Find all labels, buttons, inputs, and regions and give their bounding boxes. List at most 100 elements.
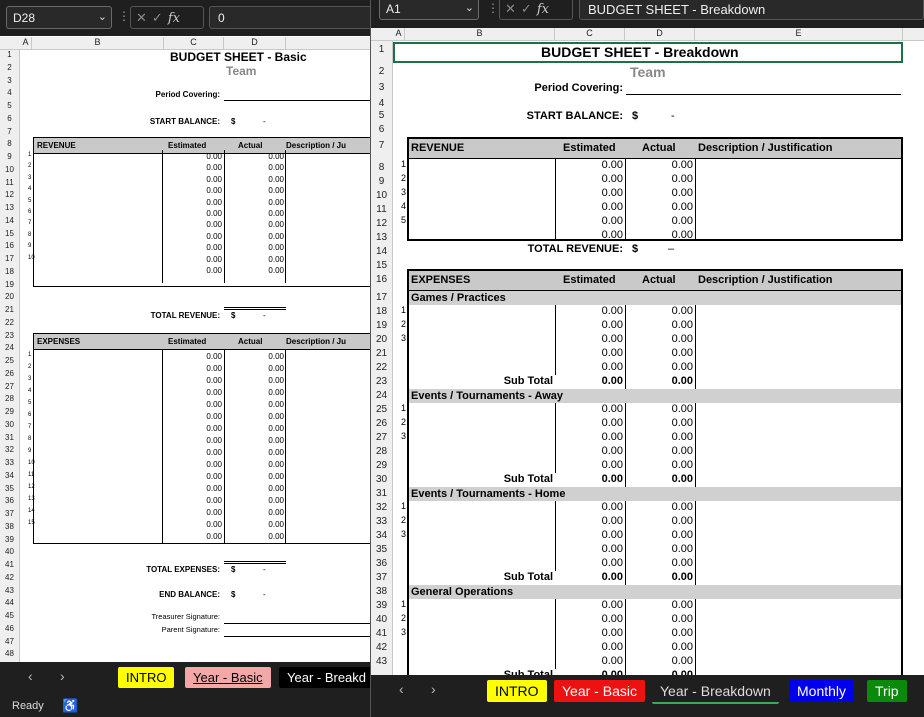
more-options-icon[interactable]: ⋮ — [487, 1, 499, 15]
column-header[interactable]: B — [405, 28, 555, 40]
row-header[interactable]: 14 — [371, 246, 392, 257]
cancel-icon[interactable]: ✕ — [136, 10, 152, 25]
row-header[interactable]: 42 — [0, 573, 19, 582]
worksheet-grid[interactable]: BUDGET SHEET - Breakdown Team Period Cover… — [393, 41, 924, 717]
chevron-down-icon[interactable]: ⌄ — [98, 10, 107, 23]
row-header[interactable]: 39 — [371, 600, 392, 611]
row-header[interactable]: 6 — [371, 124, 392, 135]
row-header[interactable]: 9 — [0, 152, 19, 161]
row-header[interactable]: 24 — [371, 390, 392, 401]
row-header[interactable]: 39 — [0, 535, 19, 544]
row-header[interactable]: 27 — [371, 432, 392, 443]
row-header[interactable]: 20 — [0, 292, 19, 301]
row-header[interactable]: 38 — [0, 522, 19, 531]
column-header[interactable]: A — [20, 37, 32, 49]
row-header[interactable]: 24 — [0, 343, 19, 352]
row-header[interactable]: 34 — [0, 471, 19, 480]
row-header[interactable]: 5 — [371, 110, 392, 121]
name-box[interactable]: D28 ⌄ — [6, 6, 112, 29]
row-header[interactable]: 29 — [0, 407, 19, 416]
column-header[interactable]: C — [555, 28, 625, 40]
row-header[interactable]: 12 — [371, 218, 392, 229]
row-header[interactable]: 16 — [0, 241, 19, 250]
row-header[interactable]: 36 — [371, 558, 392, 569]
chevron-down-icon[interactable]: ⌄ — [465, 1, 474, 14]
row-header[interactable]: 31 — [371, 488, 392, 499]
row-header[interactable]: 6 — [0, 114, 19, 123]
chevron-right-icon[interactable]: › — [431, 681, 436, 697]
row-header[interactable]: 18 — [371, 306, 392, 317]
row-header[interactable]: 30 — [371, 474, 392, 485]
row-header[interactable]: 41 — [371, 628, 392, 639]
row-header[interactable]: 42 — [371, 642, 392, 653]
row-header[interactable]: 11 — [371, 204, 392, 215]
row-header[interactable]: 40 — [371, 614, 392, 625]
row-header[interactable]: 2 — [371, 66, 392, 77]
row-header[interactable]: 22 — [371, 362, 392, 373]
sheet-tab[interactable]: Year - Breakd — [279, 667, 372, 688]
row-header[interactable]: 21 — [371, 348, 392, 359]
row-header[interactable]: 33 — [0, 458, 19, 467]
row-header[interactable]: 4 — [371, 98, 392, 109]
row-header[interactable]: 43 — [0, 586, 19, 595]
row-header[interactable]: 28 — [0, 394, 19, 403]
row-header[interactable]: 18 — [0, 267, 19, 276]
row-header[interactable]: 29 — [371, 460, 392, 471]
row-header[interactable]: 45 — [0, 611, 19, 620]
row-header[interactable]: 13 — [0, 203, 19, 212]
row-header[interactable]: 1 — [371, 44, 392, 55]
row-header[interactable]: 33 — [371, 516, 392, 527]
formula-input[interactable]: 0 — [209, 6, 372, 29]
column-header[interactable]: D — [625, 28, 695, 40]
row-header[interactable]: 35 — [0, 484, 19, 493]
column-header[interactable]: B — [32, 37, 164, 49]
row-header[interactable]: 32 — [0, 445, 19, 454]
sheet-tab[interactable]: Year - Breakdown — [652, 680, 779, 704]
accessibility-icon[interactable]: ♿ — [62, 698, 78, 714]
row-header[interactable]: 26 — [371, 418, 392, 429]
row-header[interactable]: 28 — [371, 446, 392, 457]
column-header[interactable]: D — [224, 37, 286, 49]
chevron-left-icon[interactable]: ‹ — [399, 681, 404, 697]
row-header[interactable]: 44 — [0, 598, 19, 607]
row-header[interactable]: 17 — [371, 292, 392, 303]
name-box[interactable]: A1 ⌄ — [379, 0, 479, 20]
row-header[interactable]: 16 — [371, 274, 392, 285]
row-header[interactable]: 30 — [0, 420, 19, 429]
row-header[interactable]: 26 — [0, 369, 19, 378]
formula-input[interactable]: BUDGET SHEET - Breakdown — [579, 0, 924, 20]
row-header[interactable]: 7 — [0, 127, 19, 136]
row-header[interactable]: 40 — [0, 547, 19, 556]
row-header[interactable]: 3 — [371, 82, 392, 93]
row-header[interactable]: 35 — [371, 544, 392, 555]
row-header[interactable]: 10 — [0, 165, 19, 174]
row-header[interactable]: 34 — [371, 530, 392, 541]
sheet-tab[interactable]: Trip — [867, 680, 907, 702]
row-header[interactable]: 2 — [0, 63, 19, 72]
row-header[interactable]: 8 — [371, 162, 392, 173]
chevron-right-icon[interactable]: › — [60, 668, 65, 684]
column-header[interactable]: A — [393, 28, 405, 40]
row-header[interactable]: 23 — [0, 331, 19, 340]
row-header[interactable]: 9 — [371, 176, 392, 187]
row-header[interactable]: 11 — [0, 178, 19, 187]
row-header[interactable]: 37 — [371, 572, 392, 583]
enter-icon[interactable]: ✓ — [152, 10, 168, 25]
row-header[interactable]: 38 — [371, 586, 392, 597]
sheet-tab[interactable]: Year - Basic — [185, 667, 271, 688]
column-header[interactable]: C — [164, 37, 224, 49]
cancel-icon[interactable]: ✕ — [505, 1, 521, 16]
row-header[interactable]: 17 — [0, 254, 19, 263]
row-header[interactable]: 32 — [371, 502, 392, 513]
row-header[interactable]: 48 — [0, 649, 19, 658]
row-header[interactable]: 13 — [371, 232, 392, 243]
row-header[interactable]: 20 — [371, 334, 392, 345]
column-header[interactable]: E — [695, 28, 903, 40]
row-header[interactable]: 12 — [0, 190, 19, 199]
row-header[interactable]: 14 — [0, 216, 19, 225]
row-header[interactable]: 47 — [0, 637, 19, 646]
row-header[interactable]: 27 — [0, 382, 19, 391]
row-header[interactable]: 15 — [371, 260, 392, 271]
worksheet-grid[interactable]: BUDGET SHEET - Basic Team Period Covering:… — [20, 50, 372, 662]
chevron-left-icon[interactable]: ‹ — [28, 668, 33, 684]
